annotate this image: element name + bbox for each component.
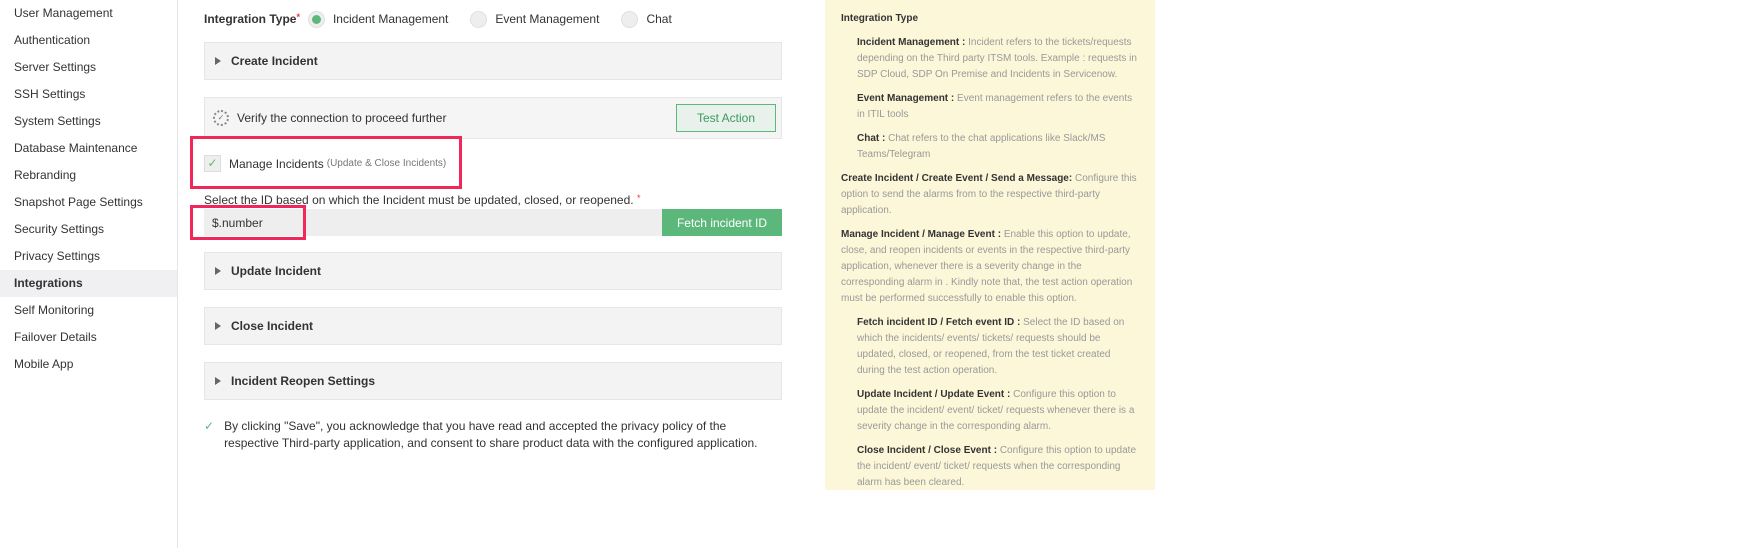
help-term: Event Management : bbox=[857, 93, 955, 104]
help-desc: Enable this option to update, close, and… bbox=[841, 229, 1133, 304]
sidebar-item-snapshot-page-settings[interactable]: Snapshot Page Settings bbox=[0, 189, 177, 216]
sidebar-item-authentication[interactable]: Authentication bbox=[0, 27, 177, 54]
help-panel: Integration Type Incident Management : I… bbox=[825, 0, 1155, 490]
expand-arrow-icon bbox=[215, 322, 221, 330]
help-item: Event Management : Event management refe… bbox=[841, 91, 1139, 123]
help-term: Incident Management : bbox=[857, 37, 966, 48]
verify-connection-bar: ✓ Verify the connection to proceed furth… bbox=[204, 97, 782, 139]
fetch-incident-id-button[interactable]: Fetch incident ID bbox=[662, 209, 782, 236]
verify-check-icon: ✓ bbox=[213, 110, 229, 126]
create-incident-accordion[interactable]: Create Incident bbox=[204, 42, 782, 80]
sidebar-item-mobile-app[interactable]: Mobile App bbox=[0, 351, 177, 378]
highlight-box bbox=[190, 205, 306, 240]
sidebar-item-self-monitoring[interactable]: Self Monitoring bbox=[0, 297, 177, 324]
help-item: Fetch incident ID / Fetch event ID : Sel… bbox=[841, 315, 1139, 379]
radio-incident-management[interactable]: Incident Management bbox=[307, 10, 448, 28]
help-item: Update Incident / Update Event : Configu… bbox=[841, 387, 1139, 435]
help-item: Incident Management : Incident refers to… bbox=[841, 35, 1139, 83]
expand-arrow-icon bbox=[215, 267, 221, 275]
help-item: Close Incident / Close Event : Configure… bbox=[841, 443, 1139, 491]
help-desc: Chat refers to the chat applications lik… bbox=[857, 133, 1106, 160]
help-term: Close Incident / Close Event : bbox=[857, 445, 998, 456]
help-term: Chat : bbox=[857, 133, 886, 144]
help-item: Create Incident / Create Event / Send a … bbox=[841, 171, 1139, 219]
integration-type-row: Integration Type* Incident Management Ev… bbox=[204, 10, 694, 28]
sidebar: User Management Authentication Server Sett… bbox=[0, 0, 178, 548]
sidebar-item-integrations[interactable]: Integrations bbox=[0, 270, 177, 297]
sidebar-item-ssh-settings[interactable]: SSH Settings bbox=[0, 81, 177, 108]
sidebar-item-security-settings[interactable]: Security Settings bbox=[0, 216, 177, 243]
help-term: Fetch incident ID / Fetch event ID : bbox=[857, 317, 1021, 328]
help-item: Manage Incident / Manage Event : Enable … bbox=[841, 227, 1139, 307]
help-item: Chat : Chat refers to the chat applicati… bbox=[841, 131, 1139, 163]
manage-incidents-checkbox[interactable]: ✓ Manage Incidents (Update & Close Incide… bbox=[204, 155, 446, 172]
incident-reopen-settings-accordion[interactable]: Incident Reopen Settings bbox=[204, 362, 782, 400]
expand-arrow-icon bbox=[215, 377, 221, 385]
sidebar-item-failover-details[interactable]: Failover Details bbox=[0, 324, 177, 351]
consent-checkbox[interactable]: ✓ By clicking "Save", you acknowledge th… bbox=[204, 418, 782, 452]
integration-type-label: Integration Type* bbox=[204, 12, 300, 26]
help-term: Update Incident / Update Event : bbox=[857, 389, 1011, 400]
sidebar-item-database-maintenance[interactable]: Database Maintenance bbox=[0, 135, 177, 162]
test-action-button[interactable]: Test Action bbox=[676, 104, 776, 132]
sidebar-item-privacy-settings[interactable]: Privacy Settings bbox=[0, 243, 177, 270]
expand-arrow-icon bbox=[215, 57, 221, 65]
help-term: Manage Incident / Manage Event : bbox=[841, 229, 1002, 240]
checkmark-icon[interactable]: ✓ bbox=[204, 155, 221, 172]
sidebar-item-server-settings[interactable]: Server Settings bbox=[0, 54, 177, 81]
update-incident-accordion[interactable]: Update Incident bbox=[204, 252, 782, 290]
radio-chat[interactable]: Chat bbox=[621, 10, 672, 28]
help-term: Create Incident / Create Event / Send a … bbox=[841, 173, 1073, 184]
checkmark-icon[interactable]: ✓ bbox=[204, 418, 214, 452]
close-incident-accordion[interactable]: Close Incident bbox=[204, 307, 782, 345]
radio-event-management[interactable]: Event Management bbox=[470, 10, 599, 28]
sidebar-item-system-settings[interactable]: System Settings bbox=[0, 108, 177, 135]
help-title: Integration Type bbox=[841, 13, 919, 24]
sidebar-item-rebranding[interactable]: Rebranding bbox=[0, 162, 177, 189]
sidebar-item-user-management[interactable]: User Management bbox=[0, 0, 177, 27]
